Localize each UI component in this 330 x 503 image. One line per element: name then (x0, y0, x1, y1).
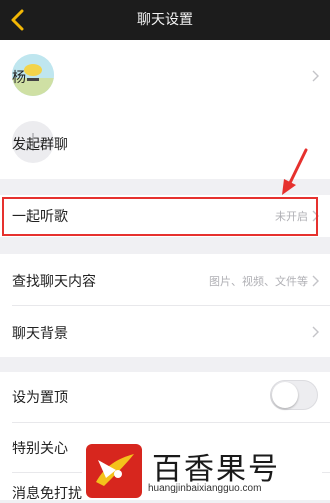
chevron-right-icon (312, 70, 319, 82)
find-content-hint: 图片、视频、文件等 (209, 275, 308, 288)
special-care-label[interactable]: 特别关心 (12, 438, 68, 458)
divider (12, 305, 330, 306)
contact-name[interactable]: 杨 (12, 67, 26, 87)
pin-to-top-toggle[interactable] (270, 380, 318, 410)
watermark-url: huangjinbaixiangguo.com (148, 483, 262, 494)
chevron-right-icon (312, 326, 319, 338)
pin-to-top-label: 设为置顶 (12, 390, 68, 406)
do-not-disturb-label: 消息免打扰 (12, 486, 82, 502)
highlight-box (2, 197, 318, 236)
brand-logo-icon (86, 444, 142, 498)
title-bar: 聊天设置 (0, 0, 330, 40)
chat-background-label[interactable]: 聊天背景 (12, 323, 68, 343)
toggle-knob (272, 382, 298, 408)
find-chat-content-label[interactable]: 查找聊天内容 (12, 271, 96, 291)
red-arrow-annotation (282, 148, 308, 195)
divider (12, 422, 330, 423)
chevron-right-icon (312, 275, 319, 287)
watermark-name: 百香果号 (152, 452, 280, 487)
page-title: 聊天设置 (137, 12, 193, 28)
start-group-chat-label[interactable]: 发起群聊 (12, 134, 68, 154)
watermark: 百香果号 huangjinbaixiangguo.com (82, 440, 322, 500)
